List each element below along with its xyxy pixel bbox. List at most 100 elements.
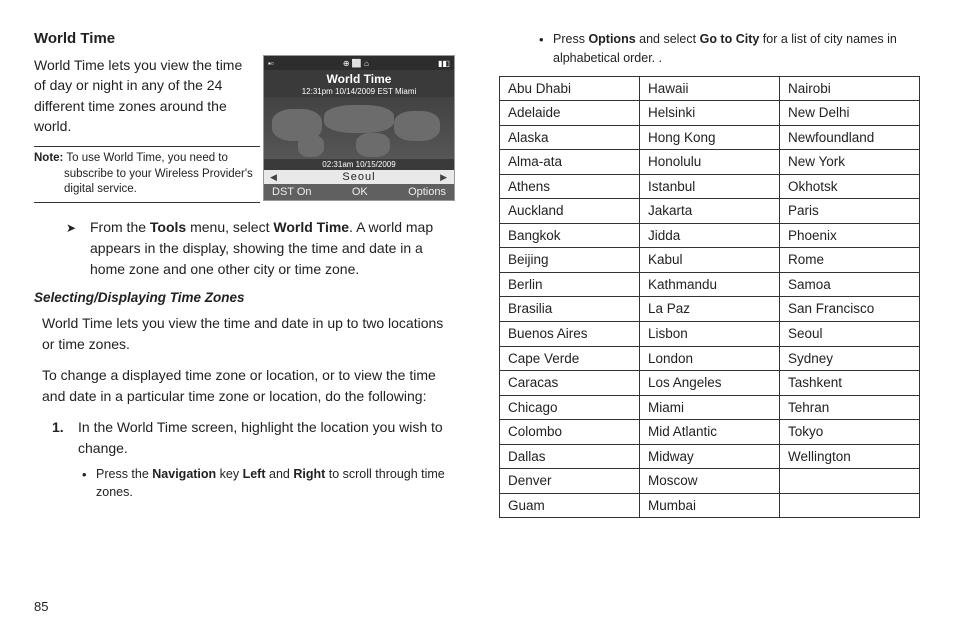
- bullet-nav-keys: Press the Navigation key Left and Right …: [34, 465, 455, 503]
- table-row: Abu DhabiHawaiiNairobi: [500, 76, 920, 101]
- table-row: AlaskaHong KongNewfoundland: [500, 125, 920, 150]
- city-cell: Okhotsk: [780, 174, 920, 199]
- table-row: BeijingKabulRome: [500, 248, 920, 273]
- b2-mid: and select: [636, 32, 700, 46]
- arrow-bold-tools: Tools: [150, 219, 186, 235]
- city-cell: Beijing: [500, 248, 640, 273]
- left-arrow-icon: ◀: [270, 172, 278, 183]
- city-cell: Midway: [640, 444, 780, 469]
- city-cell: La Paz: [640, 297, 780, 322]
- city-cell: Mumbai: [640, 493, 780, 518]
- table-row: Buenos AiresLisbonSeoul: [500, 321, 920, 346]
- softkey-middle: OK: [352, 186, 368, 198]
- table-row: AucklandJakartaParis: [500, 199, 920, 224]
- city-cell: Athens: [500, 174, 640, 199]
- page: World Time ▪▫ ⊕ ⬜ ⌂ ▮◧ World Time 12:31p…: [0, 0, 954, 636]
- city-cell: Jidda: [640, 223, 780, 248]
- section-title: World Time: [34, 30, 455, 47]
- page-number: 85: [34, 599, 48, 614]
- city-cell: Hong Kong: [640, 125, 780, 150]
- city-cell: Auckland: [500, 199, 640, 224]
- city-table: Abu DhabiHawaiiNairobiAdelaideHelsinkiNe…: [499, 76, 920, 519]
- arrow-bold-wt: World Time: [273, 219, 349, 235]
- city-cell: Istanbul: [640, 174, 780, 199]
- step-1: 1. In the World Time screen, highlight t…: [34, 417, 455, 459]
- b1-bold1: Navigation: [152, 467, 216, 481]
- city-cell: Abu Dhabi: [500, 76, 640, 101]
- city-cell: Kabul: [640, 248, 780, 273]
- city-cell: [780, 493, 920, 518]
- city-cell: Rome: [780, 248, 920, 273]
- city-cell: Helsinki: [640, 101, 780, 126]
- arrow-icon: ➤: [66, 219, 76, 237]
- table-row: BangkokJiddaPhoenix: [500, 223, 920, 248]
- phone-city-selector: ◀ Seoul ▶: [264, 170, 454, 184]
- city-cell: Colombo: [500, 420, 640, 445]
- right-column: Press Options and select Go to City for …: [477, 30, 920, 616]
- table-row: AthensIstanbulOkhotsk: [500, 174, 920, 199]
- city-cell: Hawaii: [640, 76, 780, 101]
- table-row: Alma-ataHonoluluNew York: [500, 150, 920, 175]
- city-cell: New Delhi: [780, 101, 920, 126]
- b1-pre: Press the: [96, 467, 152, 481]
- city-cell: Guam: [500, 493, 640, 518]
- b1-bold2: Left: [243, 467, 266, 481]
- arrow-instruction: ➤ From the Tools menu, select World Time…: [34, 217, 455, 280]
- city-cell: Dallas: [500, 444, 640, 469]
- table-row: AdelaideHelsinkiNew Delhi: [500, 101, 920, 126]
- battery-icon: ▮◧: [438, 59, 450, 68]
- city-cell: Tehran: [780, 395, 920, 420]
- subsection-title: Selecting/Displaying Time Zones: [34, 290, 455, 305]
- city-cell: [780, 469, 920, 494]
- city-cell: Phoenix: [780, 223, 920, 248]
- city-cell: Honolulu: [640, 150, 780, 175]
- table-row: CaracasLos AngelesTashkent: [500, 371, 920, 396]
- signal-icon: ▪▫: [268, 59, 274, 68]
- table-row: BrasiliaLa PazSan Francisco: [500, 297, 920, 322]
- b1-mid1: key: [216, 467, 242, 481]
- table-row: BerlinKathmanduSamoa: [500, 272, 920, 297]
- city-cell: Mid Atlantic: [640, 420, 780, 445]
- bullet-go-to-city: Press Options and select Go to City for …: [499, 30, 920, 68]
- phone-screen-title: World Time: [264, 70, 454, 86]
- b1-bold3: Right: [293, 467, 325, 481]
- intro-block: ▪▫ ⊕ ⬜ ⌂ ▮◧ World Time 12:31pm 10/14/200…: [34, 55, 455, 217]
- table-row: Cape VerdeLondonSydney: [500, 346, 920, 371]
- b2-bold1: Options: [588, 32, 635, 46]
- arrow-text-1: From the: [90, 219, 150, 235]
- city-cell: Berlin: [500, 272, 640, 297]
- table-row: GuamMumbai: [500, 493, 920, 518]
- right-arrow-icon: ▶: [440, 172, 448, 183]
- city-table-body: Abu DhabiHawaiiNairobiAdelaideHelsinkiNe…: [500, 76, 920, 518]
- b2-pre: Press: [553, 32, 588, 46]
- city-cell: Kathmandu: [640, 272, 780, 297]
- arrow-text-2: menu, select: [186, 219, 273, 235]
- note-label: Note:: [34, 152, 63, 164]
- city-cell: Jakarta: [640, 199, 780, 224]
- table-row: ChicagoMiamiTehran: [500, 395, 920, 420]
- city-cell: Lisbon: [640, 321, 780, 346]
- phone-screenshot: ▪▫ ⊕ ⬜ ⌂ ▮◧ World Time 12:31pm 10/14/200…: [263, 55, 455, 201]
- city-cell: Newfoundland: [780, 125, 920, 150]
- city-cell: Moscow: [640, 469, 780, 494]
- city-cell: Brasilia: [500, 297, 640, 322]
- city-cell: Caracas: [500, 371, 640, 396]
- status-icons: ⊕ ⬜ ⌂: [343, 59, 369, 68]
- city-cell: Paris: [780, 199, 920, 224]
- city-cell: Wellington: [780, 444, 920, 469]
- city-cell: London: [640, 346, 780, 371]
- note-block: Note: To use World Time, you need to sub…: [34, 146, 260, 203]
- note-text: To use World Time, you need to subscribe…: [64, 152, 253, 195]
- table-row: DenverMoscow: [500, 469, 920, 494]
- phone-bottom-time: 02:31am 10/15/2009: [264, 159, 454, 170]
- city-cell: Chicago: [500, 395, 640, 420]
- city-cell: Los Angeles: [640, 371, 780, 396]
- phone-top-time: 12:31pm 10/14/2009 EST Miami: [264, 86, 454, 97]
- city-cell: Alaska: [500, 125, 640, 150]
- phone-softkeys: DST On OK Options: [264, 184, 454, 200]
- city-cell: San Francisco: [780, 297, 920, 322]
- step-text: In the World Time screen, highlight the …: [78, 419, 443, 456]
- table-row: ColomboMid AtlanticTokyo: [500, 420, 920, 445]
- city-cell: Alma-ata: [500, 150, 640, 175]
- city-cell: New York: [780, 150, 920, 175]
